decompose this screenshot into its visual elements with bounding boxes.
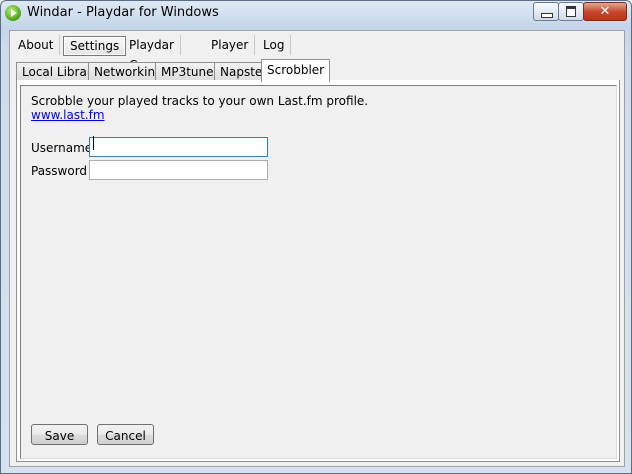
maximize-button[interactable]	[558, 2, 584, 21]
scrobbler-panel: Scrobble your played tracks to your own …	[16, 80, 620, 462]
tab-player[interactable]: Player	[205, 35, 256, 55]
username-label: Username	[31, 141, 93, 155]
password-label: Password	[31, 164, 88, 178]
username-input[interactable]	[89, 137, 268, 157]
tab-playdar-core[interactable]: Playdar Core	[123, 35, 181, 72]
password-input[interactable]	[89, 160, 268, 180]
play-icon	[5, 5, 21, 21]
minimize-icon	[541, 13, 553, 18]
title-bar[interactable]: Windar - Playdar for Windows ✕	[1, 1, 631, 26]
tab-settings[interactable]: Settings	[63, 36, 127, 56]
subtab-scrobbler[interactable]: Scrobbler	[261, 59, 331, 82]
client-area: About Settings Playdar Core Player Log L…	[9, 30, 625, 467]
tab-log[interactable]: Log	[257, 35, 292, 55]
application-window: Windar - Playdar for Windows ✕ About Set…	[0, 0, 632, 474]
scrobbler-description: Scrobble your played tracks to your own …	[31, 94, 369, 108]
scrobbler-group: Scrobble your played tracks to your own …	[20, 85, 617, 459]
close-icon: ✕	[599, 4, 611, 19]
maximize-icon	[566, 6, 576, 17]
text-caret	[93, 136, 94, 150]
close-button[interactable]: ✕	[583, 2, 627, 21]
minimize-button[interactable]	[533, 2, 559, 21]
lastfm-link[interactable]: www.last.fm	[31, 108, 105, 122]
save-button[interactable]: Save	[31, 424, 88, 445]
tab-about[interactable]: About	[12, 35, 61, 55]
window-title: Windar - Playdar for Windows	[27, 5, 219, 20]
cancel-button[interactable]: Cancel	[97, 424, 154, 445]
